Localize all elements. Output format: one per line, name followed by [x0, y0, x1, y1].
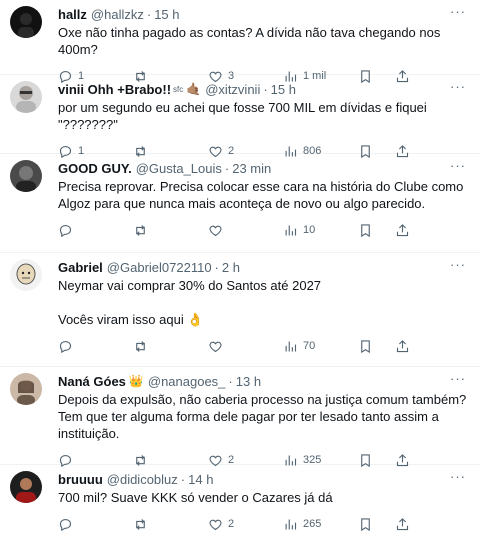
views-count: 265 — [303, 518, 322, 530]
tweet-text: Oxe não tinha pagado as contas? A dívida… — [58, 25, 441, 57]
bookmark-button[interactable] — [358, 223, 373, 238]
like-icon — [209, 341, 222, 352]
avatar[interactable] — [10, 471, 42, 503]
tweet-text: 700 mil? Suave KKK só vender o Cazares j… — [58, 490, 333, 505]
like-icon — [209, 519, 222, 530]
separator-dot: · — [224, 161, 230, 176]
author-handle[interactable]: @didicobluz — [107, 471, 178, 488]
action-bar: 10 — [58, 216, 470, 244]
avatar[interactable] — [10, 81, 42, 113]
reply-button[interactable] — [58, 517, 133, 532]
author-name[interactable]: GOOD GUY. — [58, 160, 132, 177]
tweet-text: por um segundo eu achei que fosse 700 MI… — [58, 100, 427, 132]
share-button[interactable] — [395, 223, 470, 238]
separator-dot: · — [180, 472, 186, 487]
avatar[interactable] — [10, 373, 42, 405]
views-button[interactable]: 70 — [283, 339, 358, 354]
timestamp[interactable]: 2 h — [222, 259, 240, 276]
more-icon[interactable]: ··· — [450, 5, 466, 18]
author-name[interactable]: vinii Ohh +Brabo!! — [58, 81, 171, 98]
badge-emoji: 👑 — [128, 374, 144, 388]
tweet[interactable]: hallz @hallzkz · 15 h ··· Oxe não tinha … — [0, 0, 480, 83]
more-icon[interactable]: ··· — [450, 470, 466, 483]
avatar[interactable] — [10, 160, 42, 192]
views-icon — [285, 341, 297, 351]
name-suffix: sfc — [173, 85, 184, 94]
action-bar: 70 — [58, 332, 470, 360]
more-icon[interactable]: ··· — [450, 159, 466, 172]
share-button[interactable] — [395, 517, 470, 532]
timestamp[interactable]: 14 h — [188, 471, 213, 488]
avatar[interactable] — [10, 6, 42, 38]
timestamp[interactable]: 15 h — [271, 81, 296, 98]
author-handle[interactable]: @hallzkz — [91, 6, 144, 23]
bookmark-icon — [361, 517, 370, 531]
retweet-button[interactable] — [133, 517, 208, 532]
views-icon — [285, 225, 297, 235]
views-button[interactable]: 265 — [283, 517, 358, 532]
tweet[interactable]: bruuuu @didicobluz · 14 h ··· 700 mil? S… — [0, 465, 480, 539]
more-icon[interactable]: ··· — [450, 372, 466, 385]
author-name[interactable]: Gabriel — [58, 259, 103, 276]
share-icon — [396, 339, 409, 352]
separator-dot: · — [228, 374, 233, 389]
action-bar: 2 265 — [58, 510, 470, 538]
reply-button[interactable] — [58, 339, 133, 354]
author-name[interactable]: Naná Góes — [58, 373, 126, 390]
tweet[interactable]: GOOD GUY. @Gusta_Louis · 23 min ··· Prec… — [0, 154, 480, 253]
author-handle[interactable]: @xitzvinii — [205, 81, 260, 98]
reply-icon — [59, 518, 72, 531]
reply-button[interactable] — [58, 223, 133, 238]
tweet[interactable]: Naná Góes 👑 @nanagoes_ · 13 h ··· Depois… — [0, 367, 480, 467]
views-count: 70 — [303, 340, 316, 352]
more-icon[interactable]: ··· — [450, 258, 466, 271]
like-button[interactable] — [208, 339, 283, 354]
reply-icon — [59, 224, 72, 237]
tweet-text: Precisa reprovar. Precisa colocar esse c… — [58, 179, 464, 211]
avatar[interactable] — [10, 259, 42, 291]
like-button[interactable] — [208, 223, 283, 238]
separator-dot: · — [146, 7, 152, 22]
more-icon[interactable]: ··· — [450, 80, 466, 93]
separator-dot: · — [214, 260, 219, 275]
bookmark-button[interactable] — [358, 339, 373, 354]
retweet-icon — [136, 224, 145, 236]
retweet-icon — [136, 340, 145, 352]
retweet-button[interactable] — [133, 339, 208, 354]
views-button[interactable]: 10 — [283, 223, 358, 238]
reply-icon — [59, 340, 72, 353]
author-handle[interactable]: @Gusta_Louis — [136, 160, 222, 177]
replies-feed: hallz @hallzkz · 15 h ··· Oxe não tinha … — [0, 0, 480, 539]
timestamp[interactable]: 15 h — [154, 6, 179, 23]
like-count: 2 — [228, 518, 235, 530]
bookmark-icon — [361, 339, 370, 353]
views-count: 10 — [303, 224, 316, 236]
tweet-text: Neymar vai comprar 30% do Santos até 202… — [58, 278, 322, 327]
tweet-text: Depois da expulsão, não caberia processo… — [58, 392, 467, 441]
timestamp[interactable]: 13 h — [236, 373, 261, 390]
tweet[interactable]: vinii Ohh +Brabo!! sfc 🤙🏽 @xitzvinii · 1… — [0, 75, 480, 158]
share-button[interactable] — [395, 339, 470, 354]
bookmark-icon — [361, 223, 370, 237]
bookmark-button[interactable] — [358, 517, 373, 532]
tweet[interactable]: Gabriel @Gabriel0722110 · 2 h ··· Neymar… — [0, 253, 480, 367]
author-name[interactable]: bruuuu — [58, 471, 103, 488]
share-icon — [396, 517, 409, 530]
views-icon — [285, 519, 297, 529]
like-icon — [209, 225, 222, 236]
badge-emoji: 🤙🏽 — [186, 82, 202, 96]
author-handle[interactable]: @nanagoes_ — [148, 373, 226, 390]
retweet-button[interactable] — [133, 223, 208, 238]
author-name[interactable]: hallz — [58, 6, 87, 23]
timestamp[interactable]: 23 min — [232, 160, 271, 177]
retweet-icon — [136, 518, 145, 530]
like-button[interactable]: 2 — [208, 517, 283, 532]
separator-dot: · — [263, 82, 268, 97]
share-icon — [396, 223, 409, 236]
author-handle[interactable]: @Gabriel0722110 — [107, 259, 212, 276]
